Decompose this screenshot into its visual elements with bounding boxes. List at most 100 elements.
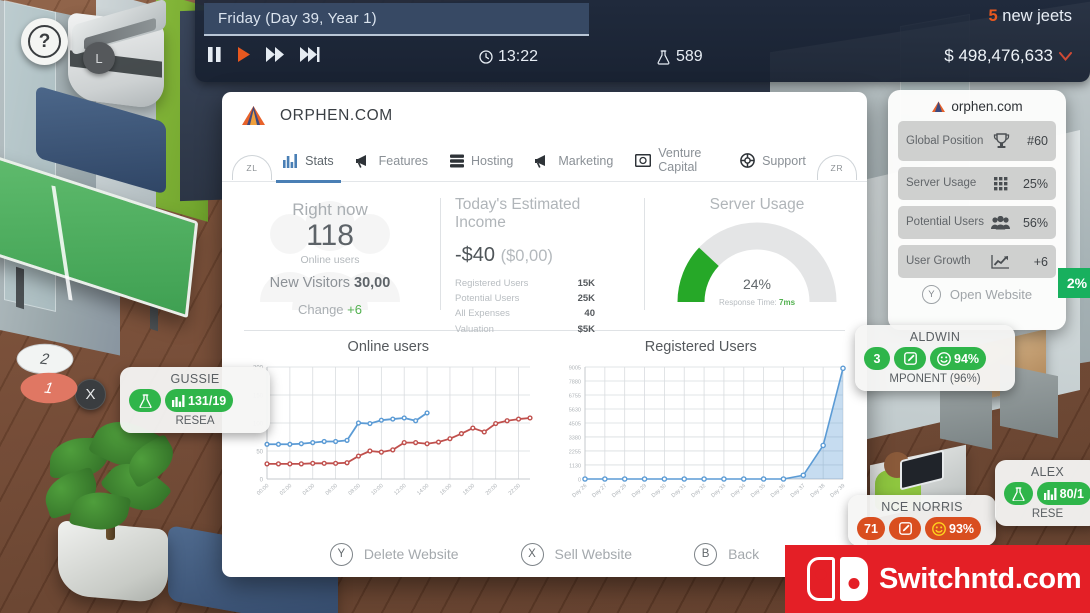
svg-text:Day 31: Day 31 xyxy=(670,483,687,499)
tab-support[interactable]: Support xyxy=(729,140,817,182)
trend-up-icon xyxy=(991,254,1010,269)
info-row-user-growth: User Growth +6 xyxy=(898,245,1056,278)
lifebuoy-icon xyxy=(740,153,755,168)
character-name: ALEX xyxy=(1030,465,1065,479)
svg-text:Day 37: Day 37 xyxy=(789,483,806,499)
svg-text:Day 36: Day 36 xyxy=(770,483,787,499)
open-website-action[interactable]: Y Open Website xyxy=(898,285,1056,304)
shoulder-button-l[interactable]: L xyxy=(83,42,115,74)
chart-icon xyxy=(172,394,185,407)
tab-stats[interactable]: Stats xyxy=(272,140,345,183)
mood-value: 94% xyxy=(954,351,980,366)
svg-text:Day 39: Day 39 xyxy=(829,483,846,499)
income-row-value: 40 xyxy=(584,308,595,320)
svg-text:50: 50 xyxy=(256,450,263,456)
shoulder-button-zr[interactable]: ZR xyxy=(816,155,857,180)
info-row-potential-users: Potential Users 56% xyxy=(898,206,1056,239)
change-row: Change +6 xyxy=(270,302,391,317)
chart-title: Online users xyxy=(347,339,429,355)
svg-text:Day 33: Day 33 xyxy=(710,483,727,499)
income-row-value: 25K xyxy=(577,292,595,304)
date-display: Friday (Day 39, Year 1) xyxy=(204,3,589,36)
character-card-gussie[interactable]: GUSSIE 131/19 RESEA xyxy=(120,367,270,433)
online-users-plot: 05010015020000:0002:0004:0006:0008:0010:… xyxy=(253,366,533,497)
svg-text:5630: 5630 xyxy=(569,408,581,414)
character-name: NCE NORRIS xyxy=(881,500,963,514)
delete-website-action[interactable]: Y Delete Website xyxy=(329,542,459,566)
shoulder-button-zl[interactable]: ZL xyxy=(232,155,273,180)
watermark: Switchntd.com xyxy=(785,545,1090,613)
right-now-value: 118 xyxy=(306,218,354,252)
character-card-norris[interactable]: NCE NORRIS 71 93% xyxy=(848,495,996,546)
tab-venture-capital[interactable]: Venture Capital xyxy=(624,140,729,182)
tab-marketing[interactable]: Marketing xyxy=(524,140,624,182)
trophy-icon xyxy=(993,133,1010,149)
character-stats: 71 93% xyxy=(857,517,987,540)
jeets-notification[interactable]: 5 new jeets xyxy=(989,7,1073,26)
back-action[interactable]: B Back xyxy=(694,542,759,566)
mood-value: 93% xyxy=(949,521,975,536)
info-row-global-position: Global Position #60 xyxy=(898,121,1056,161)
income-amount-row: -$40 ($0,00) xyxy=(455,244,630,267)
research-value: 589 xyxy=(676,48,703,65)
tab-features[interactable]: Features xyxy=(345,140,439,182)
svg-text:02:00: 02:00 xyxy=(279,483,293,497)
tab-label: Features xyxy=(378,153,428,168)
fast-forward-icon[interactable] xyxy=(266,46,285,63)
income-title: Today's Estimated Income xyxy=(455,196,581,232)
character-card-alex[interactable]: ALEX 80/1 RESE xyxy=(995,460,1090,526)
income-amount: -$40 xyxy=(455,243,496,266)
megaphone-icon xyxy=(355,154,372,168)
svg-text:Day 28: Day 28 xyxy=(611,483,628,499)
action-label: Sell Website xyxy=(554,546,633,562)
income-row-label: Valuation xyxy=(455,323,494,335)
info-row-value: 56% xyxy=(1022,215,1048,230)
grid-icon xyxy=(994,176,1010,191)
info-row-label: User Growth xyxy=(906,255,971,268)
registered-users-plot: 011302255338045055630675578809005Day 26 D… xyxy=(569,365,846,499)
help-button[interactable]: ? xyxy=(21,18,68,65)
top-hud-bar: Friday (Day 39, Year 1) 5 new jeets 13:2… xyxy=(195,0,1090,82)
tab-label: Stats xyxy=(305,153,334,168)
info-row-value: 25% xyxy=(1022,176,1048,191)
page-title: ORPHEN.COM xyxy=(280,107,393,124)
flask-icon xyxy=(129,389,161,412)
svg-text:04:00: 04:00 xyxy=(302,483,316,497)
website-info-panel: orphen.com Global Position #60 Server Us… xyxy=(888,90,1066,330)
character-card-aldwin[interactable]: ALDWIN 3 94% MPONENT (96%) xyxy=(855,325,1015,391)
svg-text:00:00: 00:00 xyxy=(256,483,270,497)
megaphone-icon xyxy=(535,154,551,168)
svg-text:10:00: 10:00 xyxy=(370,483,384,497)
character-stats: 131/19 xyxy=(129,389,261,412)
change-label: Change xyxy=(297,301,344,317)
website-stats-panel: ORPHEN.COM ZL Stats Features Hosting Mar… xyxy=(222,92,867,577)
svg-text:0: 0 xyxy=(578,478,581,484)
watermark-text: Switchntd.com xyxy=(879,562,1082,595)
income-row-value: $5K xyxy=(577,323,595,335)
research-progress-text: 131/19 xyxy=(188,393,227,408)
svg-text:Day 35: Day 35 xyxy=(750,483,767,499)
switch-logo-icon xyxy=(807,557,869,601)
response-time-label: Response Time: xyxy=(718,298,777,307)
x-action-button[interactable]: X xyxy=(75,379,106,410)
play-icon[interactable] xyxy=(237,46,251,63)
button-b-icon: B xyxy=(694,542,718,566)
server-usage-card: Server Usage 24% Response Time: 7ms xyxy=(659,192,855,324)
level-pill: 71 xyxy=(857,517,885,540)
character-task: MPONENT (96%) xyxy=(889,373,981,385)
pencil-icon xyxy=(894,347,926,370)
sell-website-action[interactable]: X Sell Website xyxy=(520,542,633,566)
tab-label: Venture Capital xyxy=(658,146,702,174)
skip-forward-icon[interactable] xyxy=(300,46,320,63)
svg-text:6755: 6755 xyxy=(569,394,581,400)
pause-icon[interactable] xyxy=(207,46,222,63)
divider xyxy=(440,198,441,310)
tab-label: Support xyxy=(762,153,806,168)
tab-hosting[interactable]: Hosting xyxy=(439,140,524,182)
svg-text:22:00: 22:00 xyxy=(507,483,521,497)
tab-label: Marketing xyxy=(558,153,614,168)
svg-text:Day 30: Day 30 xyxy=(650,483,667,499)
research-progress-text: 80/1 xyxy=(1059,486,1084,501)
svg-text:16:00: 16:00 xyxy=(439,483,453,497)
clock-text: 13:22 xyxy=(498,48,539,65)
